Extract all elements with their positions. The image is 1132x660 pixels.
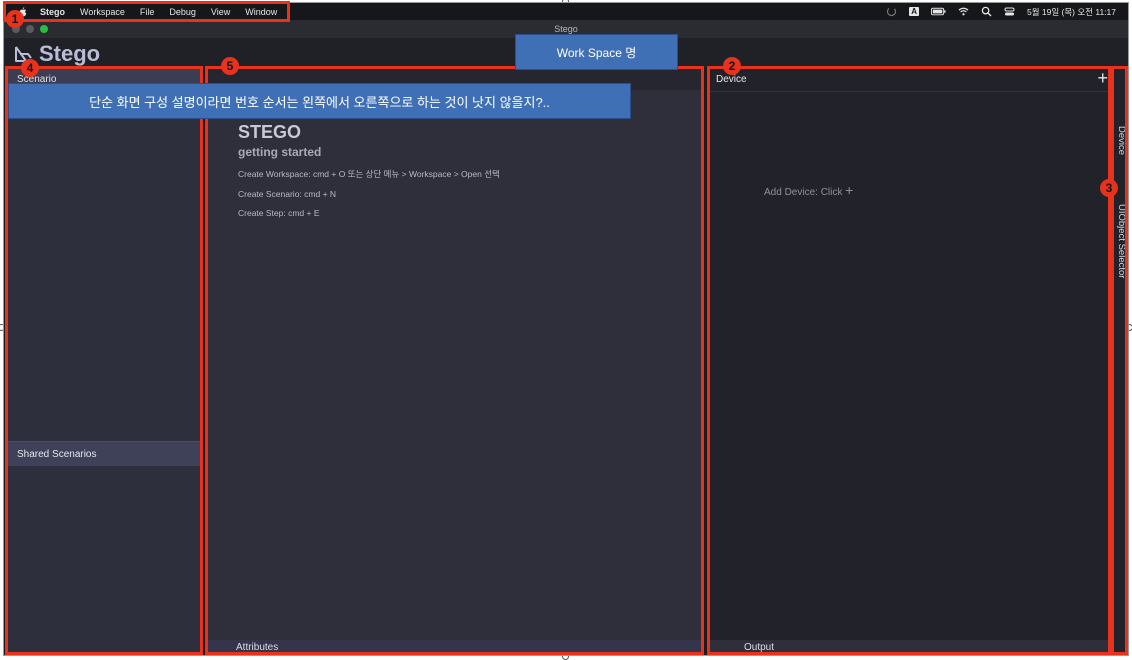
clock[interactable]: 5월 19일 (목) 오전 11:17 [1027,6,1116,18]
annotation-box-editor [205,66,704,655]
annotation-badge-3: 3 [1100,179,1118,197]
control-center-icon[interactable] [1004,6,1015,17]
workspace-name-callout: Work Space 명 [515,34,678,70]
annotation-box-device [707,66,1111,655]
annotation-box-scenario [5,66,203,655]
annotation-badge-4: 4 [21,59,39,77]
loading-status-icon[interactable] [886,6,897,17]
battery-icon[interactable] [930,6,946,17]
annotation-badge-5: 5 [221,57,239,75]
window-title: Stego [554,24,578,34]
logo-text: Stego [39,41,101,66]
status-area: A 5월 19일 (목) 오전 11:17 [886,3,1116,20]
annotation-badge-2: 2 [723,57,741,75]
annotation-box-side-tabs [1111,66,1128,655]
search-icon[interactable] [981,6,992,17]
review-note-callout: 단순 화면 구성 설명이라면 번호 순서는 왼쪽에서 오른쪽으로 하는 것이 낫… [8,83,631,119]
annotation-badge-1: 1 [6,10,24,28]
input-source-icon[interactable]: A [909,7,919,16]
zoom-window-button[interactable] [40,25,48,33]
annotation-box-menu [3,1,290,22]
minimize-window-button[interactable] [26,25,34,33]
wifi-icon[interactable] [958,6,969,17]
